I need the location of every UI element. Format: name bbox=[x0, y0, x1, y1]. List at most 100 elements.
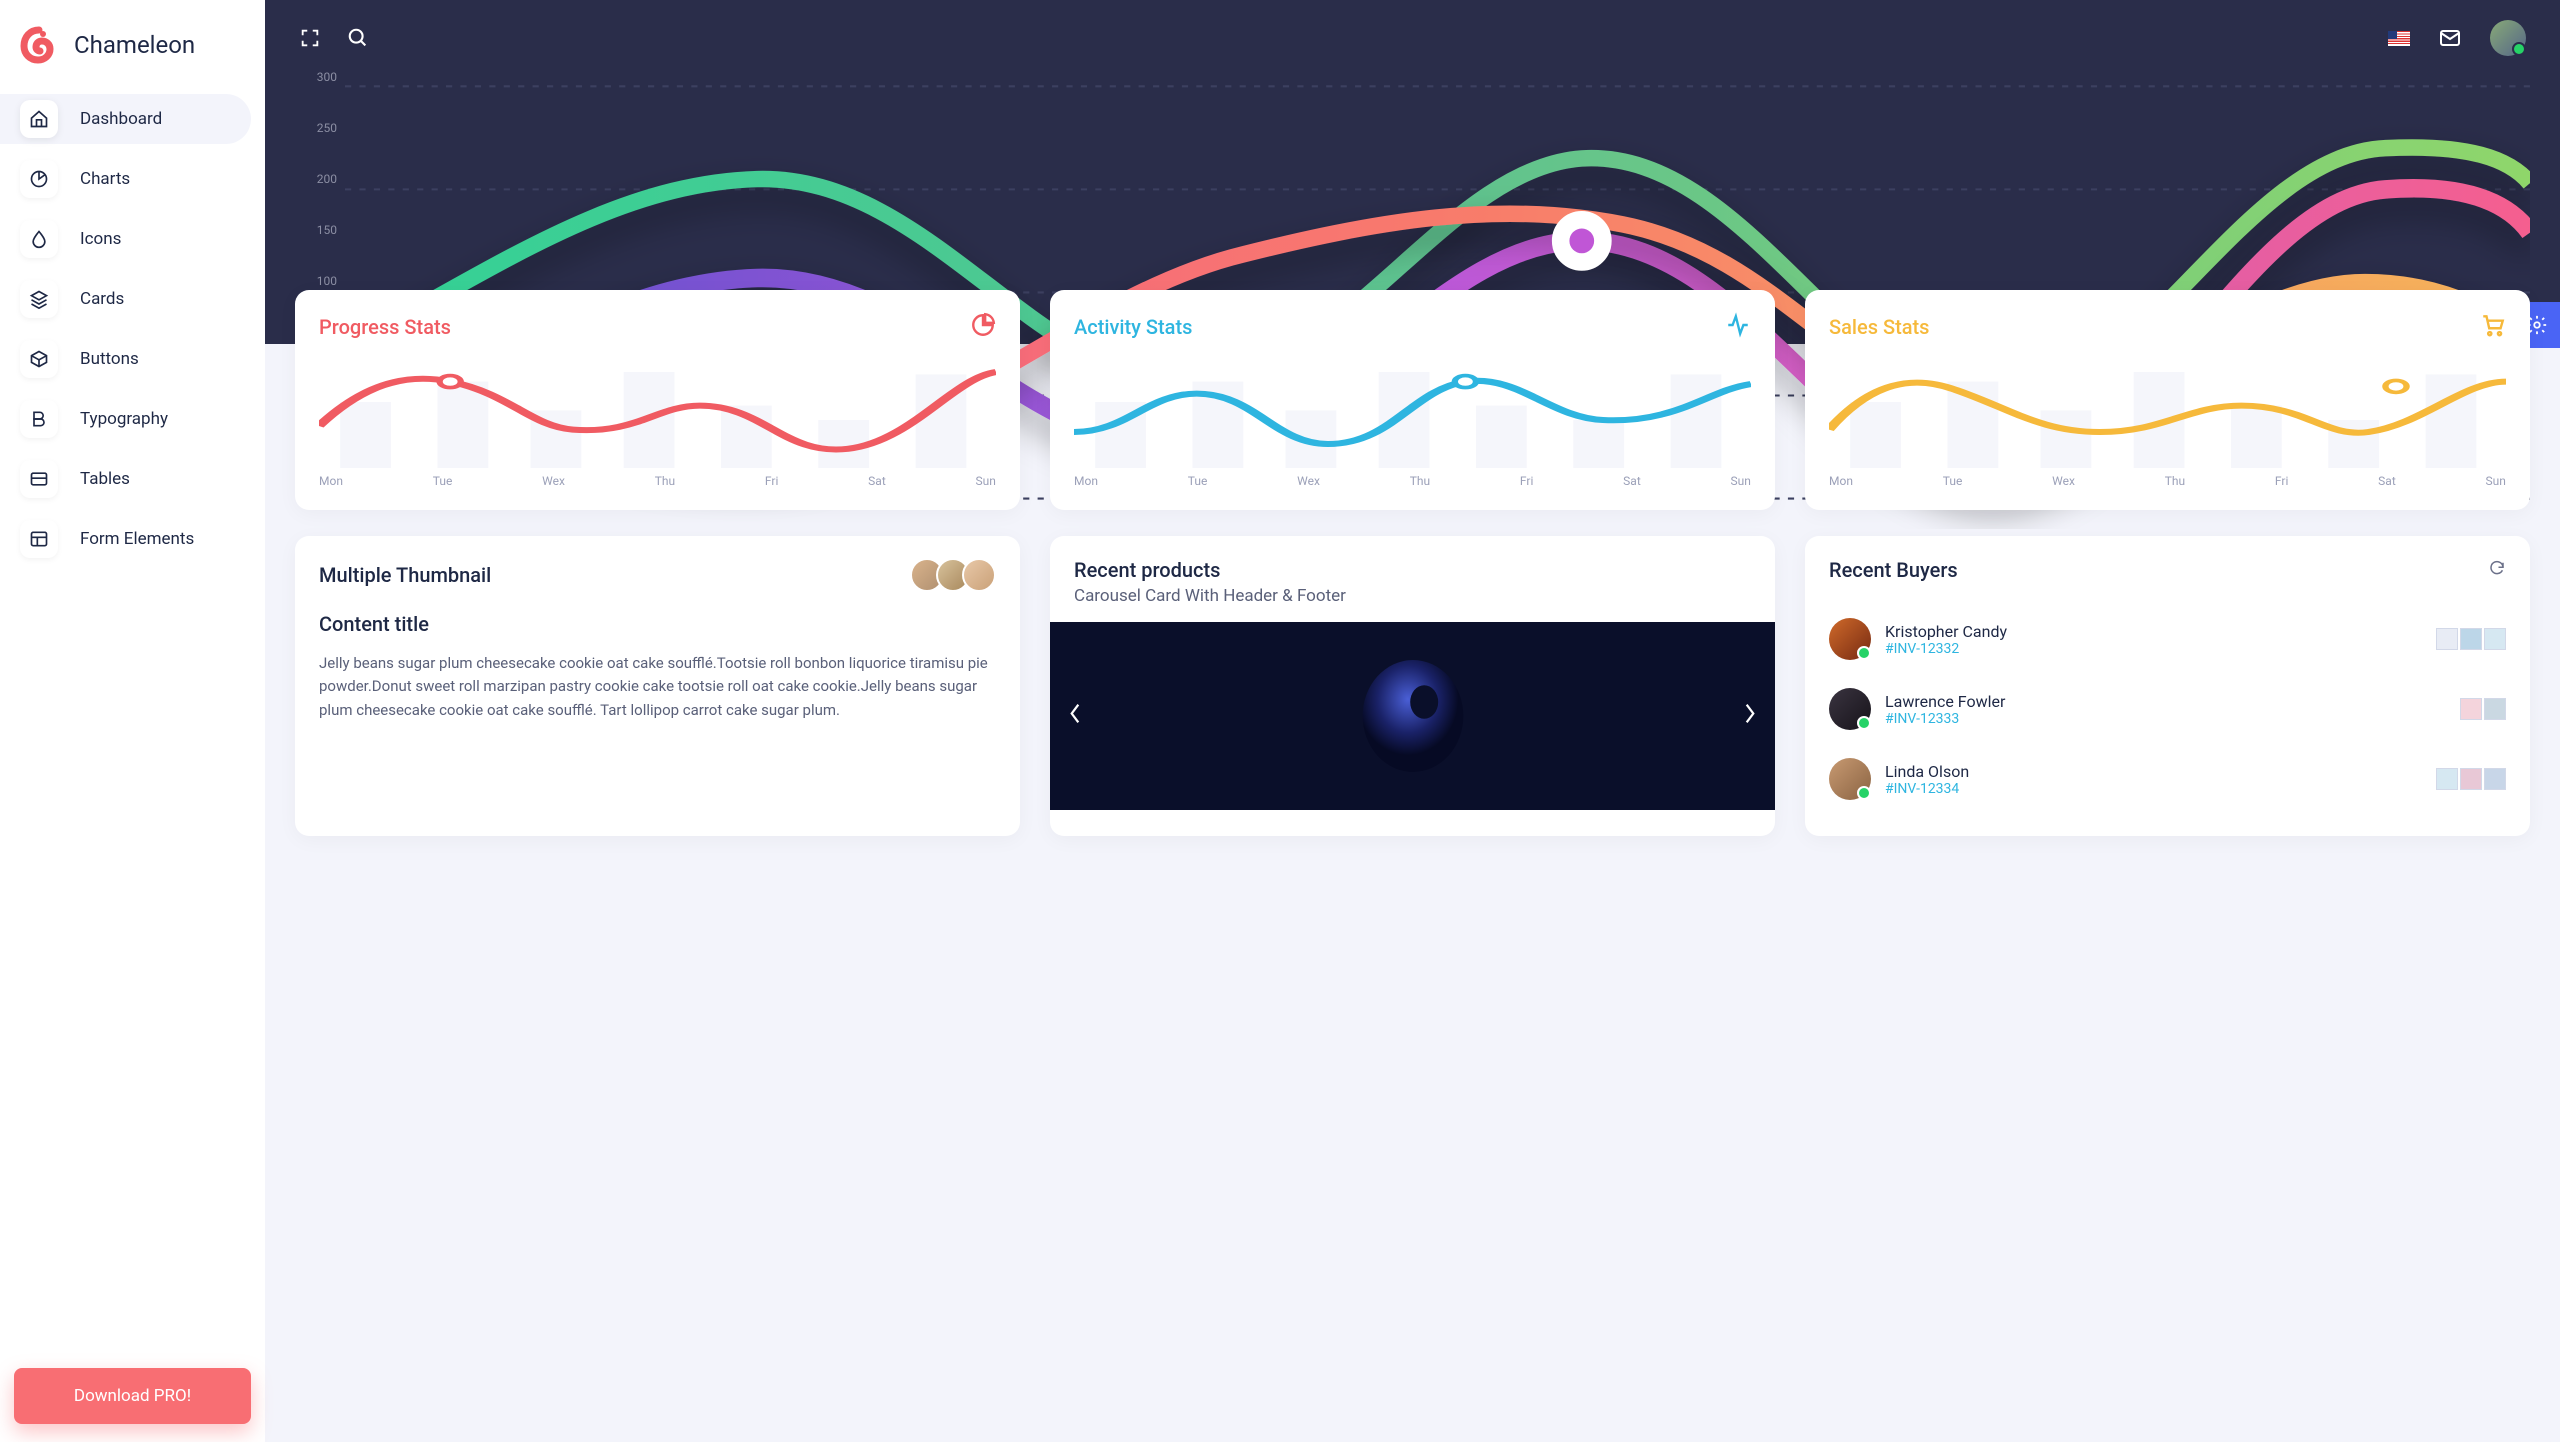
y-tick: 250 bbox=[313, 121, 337, 135]
content-title: Content title bbox=[319, 612, 996, 636]
day-label: Thu bbox=[655, 474, 675, 488]
day-label: Wex bbox=[542, 474, 565, 488]
avatar bbox=[1829, 758, 1871, 800]
sidebar-label: Tables bbox=[80, 455, 130, 503]
pie-chart-icon bbox=[20, 160, 58, 198]
box-icon bbox=[20, 340, 58, 378]
search-icon[interactable] bbox=[347, 27, 369, 49]
buyer-invoice: #INV-12333 bbox=[1885, 711, 2005, 727]
main: 300 250 200 150 100 bbox=[265, 0, 2560, 1442]
product-carousel[interactable] bbox=[1050, 622, 1775, 810]
card-subtitle: Carousel Card With Header & Footer bbox=[1074, 586, 1751, 606]
fullscreen-icon[interactable] bbox=[299, 27, 321, 49]
buyer-thumbs bbox=[2460, 698, 2506, 720]
sidebar-label: Icons bbox=[80, 215, 121, 263]
buyer-name: Linda Olson bbox=[1885, 762, 1969, 781]
pie-chart-icon bbox=[970, 312, 996, 342]
card-title: Multiple Thumbnail bbox=[319, 563, 491, 587]
sales-stats-card: Sales Stats Mon Tue Wex bbox=[1805, 290, 2530, 510]
card-title: Recent Buyers bbox=[1829, 558, 1958, 582]
sidebar-item-tables[interactable]: Tables bbox=[14, 454, 251, 504]
buyer-row[interactable]: Kristopher Candy #INV-12332 bbox=[1829, 604, 2506, 674]
day-label: Wex bbox=[2052, 474, 2075, 488]
buyer-name: Kristopher Candy bbox=[1885, 622, 2007, 641]
day-label: Sat bbox=[2378, 474, 2396, 488]
bold-icon bbox=[20, 400, 58, 438]
sidebar-label: Typography bbox=[80, 395, 168, 443]
y-tick: 150 bbox=[313, 223, 337, 237]
buyer-invoice: #INV-12332 bbox=[1885, 641, 2007, 657]
day-label: Sat bbox=[1623, 474, 1641, 488]
day-label: Thu bbox=[2165, 474, 2185, 488]
mini-chart bbox=[1829, 360, 2506, 468]
sidebar-label: Charts bbox=[80, 155, 130, 203]
day-label: Sun bbox=[976, 474, 996, 488]
day-label: Mon bbox=[1074, 474, 1098, 488]
y-tick: 200 bbox=[313, 172, 337, 186]
day-label: Fri bbox=[765, 474, 778, 488]
brand-row: Chameleon bbox=[0, 0, 265, 94]
thumbnail-group bbox=[910, 558, 996, 592]
sidebar-item-icons[interactable]: Icons bbox=[14, 214, 251, 264]
buyer-thumbs bbox=[2436, 628, 2506, 650]
card-title: Progress Stats bbox=[319, 315, 451, 339]
sidebar-label: Dashboard bbox=[80, 95, 162, 143]
nav: Dashboard Charts Icons Cards Buttons Typ… bbox=[0, 94, 265, 564]
day-label: Tue bbox=[1188, 474, 1208, 488]
activity-stats-card: Activity Stats Mon Tue Wex bbox=[1050, 290, 1775, 510]
sidebar-label: Cards bbox=[80, 275, 124, 323]
chameleon-logo-icon bbox=[18, 24, 60, 66]
day-label: Tue bbox=[433, 474, 453, 488]
avatar[interactable] bbox=[962, 558, 996, 592]
multiple-thumbnail-card: Multiple Thumbnail Content title Jelly b… bbox=[295, 536, 1020, 836]
sidebar-label: Form Elements bbox=[80, 515, 194, 563]
flag-us-icon[interactable] bbox=[2388, 31, 2410, 46]
day-label: Fri bbox=[1520, 474, 1533, 488]
sidebar-item-charts[interactable]: Charts bbox=[14, 154, 251, 204]
buyer-row[interactable]: Lawrence Fowler #INV-12333 bbox=[1829, 674, 2506, 744]
mini-chart bbox=[1074, 360, 1751, 468]
chevron-left-icon[interactable] bbox=[1068, 703, 1082, 730]
avatar bbox=[1829, 688, 1871, 730]
cart-icon bbox=[2480, 312, 2506, 342]
card-title: Sales Stats bbox=[1829, 315, 1929, 339]
buyer-invoice: #INV-12334 bbox=[1885, 781, 1969, 797]
sidebar-item-buttons[interactable]: Buttons bbox=[14, 334, 251, 384]
mini-chart bbox=[319, 360, 996, 468]
recent-products-card: Recent products Carousel Card With Heade… bbox=[1050, 536, 1775, 836]
droplet-icon bbox=[20, 220, 58, 258]
recent-buyers-card: Recent Buyers Kristopher Candy #INV-1233… bbox=[1805, 536, 2530, 836]
chevron-right-icon[interactable] bbox=[1743, 703, 1757, 730]
hero-chart-y-axis: 300 250 200 150 100 bbox=[313, 70, 337, 288]
buyer-thumbs bbox=[2436, 768, 2506, 790]
activity-icon bbox=[1725, 312, 1751, 342]
download-pro-button[interactable]: Download PRO! bbox=[14, 1368, 251, 1424]
brand-name: Chameleon bbox=[74, 31, 195, 59]
sidebar-item-typography[interactable]: Typography bbox=[14, 394, 251, 444]
day-label: Tue bbox=[1943, 474, 1963, 488]
day-label: Sun bbox=[2486, 474, 2506, 488]
day-label: Mon bbox=[1829, 474, 1853, 488]
buyer-name: Lawrence Fowler bbox=[1885, 692, 2005, 711]
sidebar-item-form-elements[interactable]: Form Elements bbox=[14, 514, 251, 564]
day-label: Mon bbox=[319, 474, 343, 488]
day-label: Thu bbox=[1410, 474, 1430, 488]
avatar bbox=[1829, 618, 1871, 660]
sidebar-item-dashboard[interactable]: Dashboard bbox=[0, 94, 251, 144]
mail-icon[interactable] bbox=[2438, 26, 2462, 50]
layout-icon bbox=[20, 520, 58, 558]
sidebar-item-cards[interactable]: Cards bbox=[14, 274, 251, 324]
card-title: Recent products bbox=[1074, 558, 1751, 582]
buyer-row[interactable]: Linda Olson #INV-12334 bbox=[1829, 744, 2506, 814]
layers-icon bbox=[20, 280, 58, 318]
topbar bbox=[265, 0, 2560, 64]
table-icon bbox=[20, 460, 58, 498]
home-icon bbox=[20, 100, 58, 138]
sidebar-label: Buttons bbox=[80, 335, 139, 383]
sidebar: Chameleon Dashboard Charts Icons Cards B… bbox=[0, 0, 265, 1442]
day-label: Wex bbox=[1297, 474, 1320, 488]
y-tick: 100 bbox=[313, 274, 337, 288]
day-label: Sun bbox=[1731, 474, 1751, 488]
user-avatar[interactable] bbox=[2490, 20, 2526, 56]
refresh-icon[interactable] bbox=[2488, 559, 2506, 581]
